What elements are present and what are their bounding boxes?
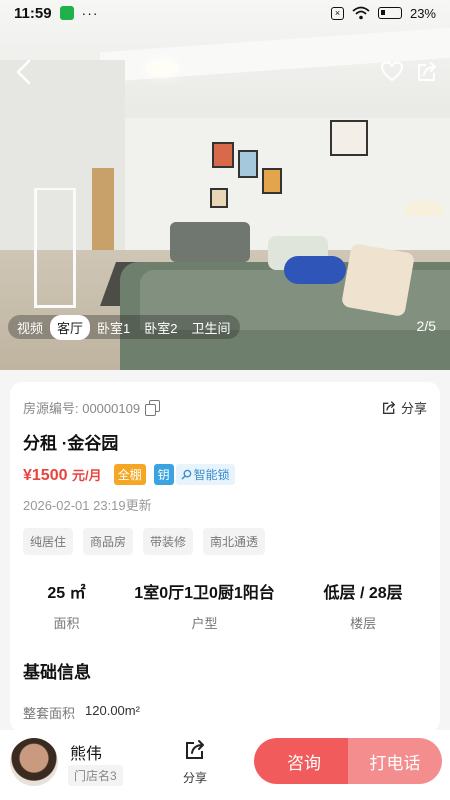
more-notifications-icon: ···	[81, 5, 99, 21]
agent-avatar[interactable]	[10, 738, 58, 786]
update-time: 2026-02-01 23:19更新	[23, 498, 152, 513]
tab-bathroom[interactable]: 卫生间	[185, 315, 238, 340]
agent-name[interactable]: 熊伟	[70, 740, 102, 764]
tag: 商品房	[83, 528, 134, 555]
listing-id: 房源编号: 00000109	[23, 398, 161, 417]
tab-living-room[interactable]: 客厅	[50, 314, 91, 340]
smart-lock-badge: 智能锁	[175, 464, 235, 485]
listing-info-card: 房源编号: 00000109 分享 分租 ·金谷园 ¥1500 元/月 全棚 钥	[10, 382, 440, 732]
tab-bedroom-2[interactable]: 卧室2	[137, 315, 184, 340]
stat-area-label: 面积	[53, 616, 80, 631]
share-label: 分享	[400, 401, 427, 416]
tag: 南北通透	[203, 528, 266, 555]
back-icon[interactable]	[12, 58, 36, 86]
stat-area: 25 ㎡ 面积	[47, 579, 85, 632]
key-badge: 钥	[153, 464, 174, 485]
price-value: ¥1500	[23, 466, 68, 484]
stat-layout-label: 户型	[191, 616, 218, 631]
total-area-value: 120.00m²	[85, 703, 140, 718]
heart-icon[interactable]	[380, 60, 404, 84]
share-icon[interactable]	[415, 60, 439, 84]
wechat-icon	[59, 6, 74, 20]
bottom-share-label: 分享	[182, 771, 207, 785]
status-time: 11:59	[14, 4, 52, 22]
tag: 纯居住	[23, 528, 74, 555]
stat-layout: 1室0厅1卫0厨1阳台 户型	[134, 579, 275, 632]
battery-icon	[377, 7, 402, 19]
tab-video[interactable]: 视频	[10, 315, 50, 340]
status-bar: 11:59 ··· × 23%	[0, 0, 450, 26]
consult-button[interactable]: 咨询	[254, 738, 354, 784]
stat-floor-value: 低层 / 28层	[323, 585, 403, 602]
stat-floor: 低层 / 28层 楼层	[324, 579, 403, 632]
share-listing-button[interactable]: 分享	[381, 398, 427, 417]
lock-search-icon	[181, 469, 191, 480]
listing-title: 分租 ·金谷园	[23, 434, 119, 453]
listing-id-text: 房源编号: 00000109	[23, 401, 141, 416]
smart-lock-label: 智能锁	[193, 468, 230, 482]
feature-tags: 纯居住 商品房 带装修 南北通透	[23, 528, 427, 555]
key-stats: 25 ㎡ 面积 1室0厅1卫0厨1阳台 户型 低层 / 28层 楼层	[23, 579, 427, 632]
share-icon	[186, 740, 204, 759]
tab-bedroom-1[interactable]: 卧室1	[90, 315, 137, 340]
bottom-share-button[interactable]: 分享	[176, 738, 214, 786]
battery-level: 23%	[409, 5, 436, 21]
total-area-row: 整套面积 120.00m²	[23, 703, 427, 722]
wifi-icon	[352, 6, 370, 20]
photo-category-tabs: 视频 客厅 卧室1 卧室2 卫生间	[8, 314, 240, 340]
photo-counter: 2/5	[416, 318, 436, 334]
price: ¥1500 元/月	[23, 465, 102, 485]
copy-icon[interactable]	[145, 399, 161, 416]
mute-icon: ×	[330, 6, 344, 20]
stat-floor-label: 楼层	[350, 616, 377, 631]
basic-info-heading: 基础信息	[23, 663, 91, 682]
stat-layout-value: 1室0厅1卫0厨1阳台	[134, 585, 275, 602]
stat-area-value: 25 ㎡	[47, 585, 86, 602]
full-rent-badge: 全棚	[113, 464, 146, 485]
agent-store: 门店名3	[68, 765, 123, 786]
price-unit: 元/月	[71, 467, 102, 483]
call-button[interactable]: 打电话	[348, 738, 442, 784]
total-area-label: 整套面积	[23, 706, 76, 721]
tag: 带装修	[143, 528, 194, 555]
bottom-action-bar: 熊伟 门店名3 分享 咨询 打电话	[0, 730, 450, 800]
share-icon	[382, 400, 395, 414]
